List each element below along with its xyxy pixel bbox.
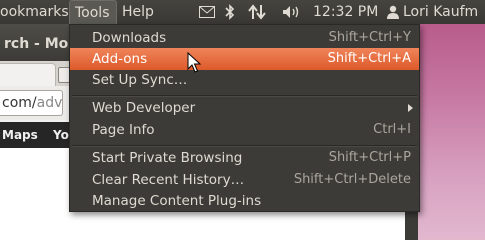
menu-item-label: Manage Content Plug-ins xyxy=(92,193,262,209)
user-icon[interactable] xyxy=(385,0,401,24)
volume-icon[interactable] xyxy=(281,0,303,24)
scrollbar[interactable] xyxy=(405,210,418,240)
menu-item-sync[interactable]: Set Up Sync… xyxy=(70,69,419,91)
menu-help[interactable]: Help xyxy=(122,0,154,24)
menu-item-add-ons[interactable]: Add-ons Shift+Ctrl+A xyxy=(70,48,419,70)
menu-bookmarks[interactable]: ookmarks xyxy=(0,0,69,24)
menu-item-shortcut: Shift+Ctrl+Delete xyxy=(293,172,411,187)
bookmark-maps[interactable]: Maps xyxy=(2,128,38,142)
menu-item-page-info[interactable]: Page Info Ctrl+I xyxy=(70,119,419,141)
menu-item-shortcut: Shift+Ctrl+A xyxy=(327,51,411,66)
menu-item-manage-plugins[interactable]: Manage Content Plug-ins xyxy=(70,190,419,212)
menu-item-private-browsing[interactable]: Start Private Browsing Shift+Ctrl+P xyxy=(70,147,419,169)
mail-icon[interactable] xyxy=(197,0,217,24)
menu-item-label: Web Developer xyxy=(92,100,196,116)
mouse-cursor-icon xyxy=(187,51,202,78)
url-grey-text: adv xyxy=(36,95,63,111)
menu-item-shortcut: Ctrl+I xyxy=(373,122,411,137)
menu-item-label: Clear Recent History… xyxy=(92,172,245,188)
bluetooth-icon[interactable] xyxy=(222,0,238,24)
bookmark-yo[interactable]: Yo xyxy=(53,128,69,142)
menu-item-label: Start Private Browsing xyxy=(92,150,243,166)
tools-menu: Downloads Shift+Ctrl+Y Add-ons Shift+Ctr… xyxy=(69,24,420,212)
network-icon[interactable] xyxy=(246,0,268,24)
menu-item-label: Page Info xyxy=(92,122,155,138)
url-text: com/ xyxy=(2,95,37,111)
menu-tools[interactable]: Tools xyxy=(69,0,117,24)
submenu-arrow-icon xyxy=(408,104,413,112)
menu-item-label: Add-ons xyxy=(92,51,148,67)
user-name[interactable]: Lori Kaufm xyxy=(403,0,478,24)
menu-item-web-developer[interactable]: Web Developer xyxy=(70,97,419,119)
menu-item-shortcut: Shift+Ctrl+P xyxy=(328,150,411,165)
menu-item-label: Downloads xyxy=(92,30,167,46)
menu-item-downloads[interactable]: Downloads Shift+Ctrl+Y xyxy=(70,27,419,49)
url-bar[interactable]: com/adv xyxy=(0,90,63,116)
menu-item-clear-history[interactable]: Clear Recent History… Shift+Ctrl+Delete xyxy=(70,169,419,191)
clock[interactable]: 12:32 PM xyxy=(313,0,378,24)
top-panel: ookmarks Tools Help 12:32 PM Lori Kaufm xyxy=(0,0,485,24)
desktop-wallpaper xyxy=(418,24,485,240)
menu-item-label: Set Up Sync… xyxy=(92,72,188,88)
menu-item-shortcut: Shift+Ctrl+Y xyxy=(328,30,411,45)
browser-tab[interactable] xyxy=(0,63,56,87)
